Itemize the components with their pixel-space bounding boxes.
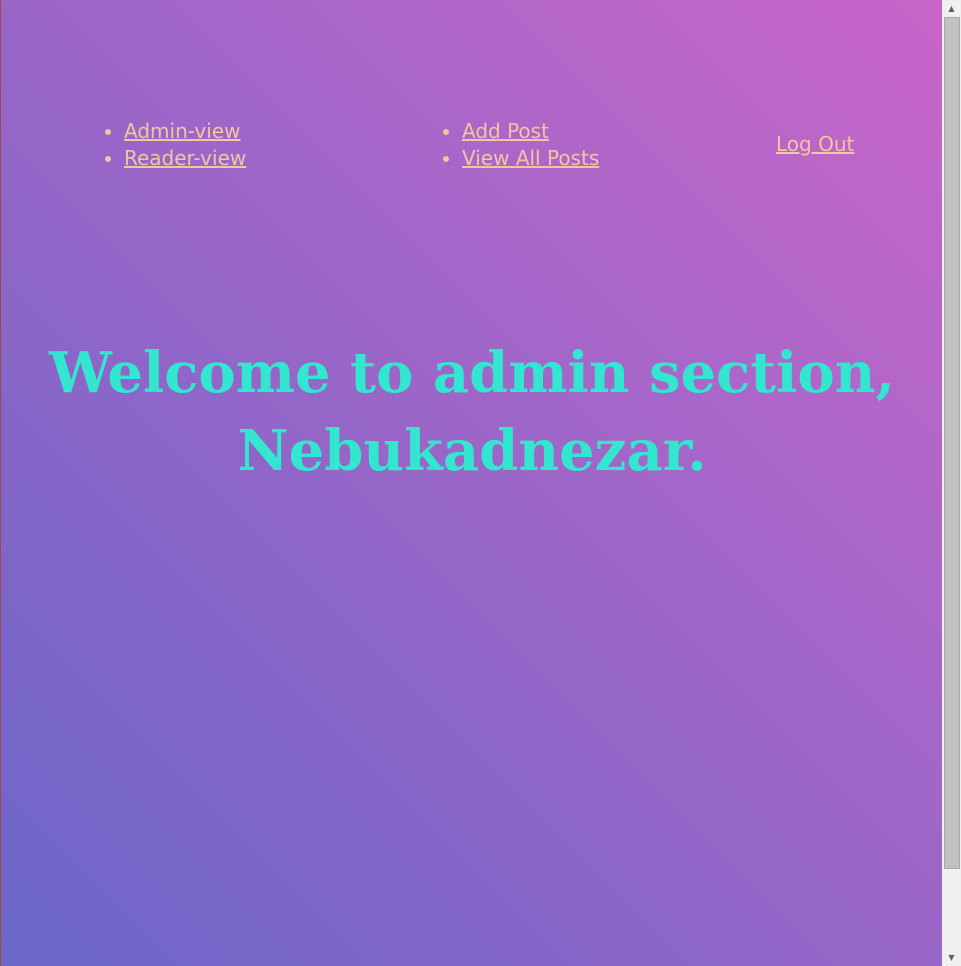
nav-item-view-all-posts: View All Posts (462, 145, 599, 172)
admin-view-link[interactable]: Admin-view (124, 119, 240, 143)
nav-item-reader-view: Reader-view (124, 145, 246, 172)
nav-item-admin-view: Admin-view (124, 118, 246, 145)
vertical-scrollbar[interactable]: ▲ ▼ (942, 0, 961, 966)
reader-view-link[interactable]: Reader-view (124, 146, 246, 170)
welcome-line-1: Welcome to admin section, (49, 340, 895, 406)
welcome-line-2: Nebukadnezar. (237, 418, 707, 484)
scrollbar-thumb[interactable] (944, 17, 960, 869)
welcome-heading: Welcome to admin section, Nebukadnezar. (41, 334, 903, 490)
arrow-up-icon[interactable]: ▲ (942, 0, 961, 17)
log-out-link[interactable]: Log Out (776, 131, 854, 158)
add-post-link[interactable]: Add Post (462, 119, 549, 143)
view-all-posts-link[interactable]: View All Posts (462, 146, 599, 170)
post-nav: Add Post View All Posts (442, 118, 599, 172)
arrow-down-icon[interactable]: ▼ (942, 949, 961, 966)
page-background: Admin-view Reader-view Add Post View All… (0, 0, 942, 966)
nav-item-add-post: Add Post (462, 118, 599, 145)
view-nav: Admin-view Reader-view (104, 118, 246, 172)
